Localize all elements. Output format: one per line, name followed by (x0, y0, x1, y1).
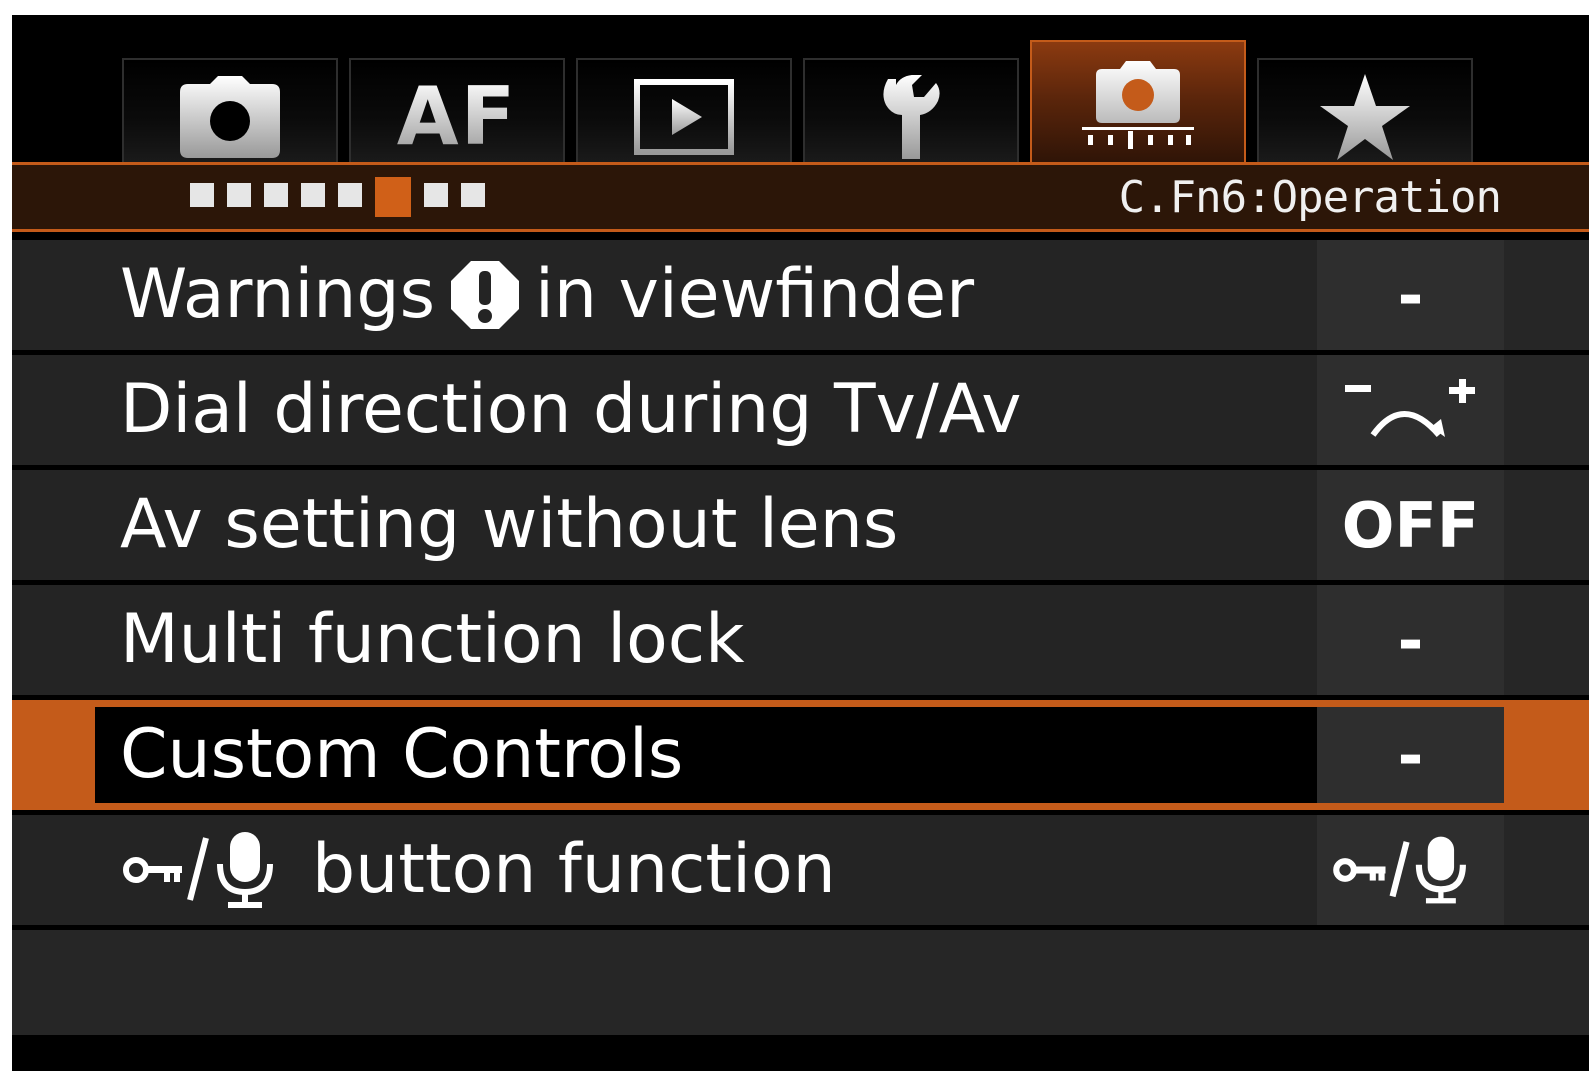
label-text: button function (312, 830, 836, 909)
row-edge (1504, 240, 1589, 350)
menu-item-warnings-in-viewfinder[interactable]: Warnings in viewfinder - (12, 240, 1589, 350)
row-edge (1504, 585, 1589, 695)
menu-header-strip: C.Fn6:Operation (12, 162, 1589, 232)
lock-mic-icon (1332, 836, 1466, 904)
menu-item-multi-function-lock[interactable]: Multi function lock - (12, 585, 1589, 695)
menu-item-label: Warnings in viewfinder (120, 240, 974, 350)
page-dot-current (375, 177, 411, 217)
menu-item-value: OFF (1317, 470, 1504, 580)
row-edge (1504, 355, 1589, 465)
row-edge (1504, 470, 1589, 580)
camera-icon (180, 76, 280, 158)
menu-tab-bar: AF (12, 15, 1589, 170)
tab-af-label: AF (396, 70, 518, 163)
custom-function-camera-icon (1082, 61, 1194, 149)
page-dot (264, 183, 288, 207)
menu-item-lock-mic-button-function[interactable]: button function (12, 815, 1589, 925)
lock-mic-icon (120, 830, 302, 910)
menu-item-value: - (1317, 240, 1504, 350)
tab-shooting[interactable] (122, 58, 338, 170)
label-text: Warnings (120, 255, 435, 334)
menu-item-label: Multi function lock (120, 600, 745, 679)
camera-menu-screen: AF C.Fn6:Operation Warnings in viewfinde… (12, 15, 1589, 1071)
warning-icon (449, 259, 521, 331)
page-dot (301, 183, 325, 207)
page-dot (227, 183, 251, 207)
menu-item-value: - (1317, 707, 1504, 803)
dial-direction-icon (1344, 379, 1475, 437)
tab-playback[interactable] (576, 58, 792, 170)
menu-item-value (1317, 815, 1504, 925)
menu-list: Warnings in viewfinder - Dial direction … (12, 240, 1589, 1045)
menu-item-value: - (1317, 585, 1504, 695)
menu-page-title: C.Fn6:Operation (1118, 172, 1502, 223)
menu-item-value (1317, 355, 1504, 465)
menu-item-av-setting-without-lens[interactable]: Av setting without lens OFF (12, 470, 1589, 580)
tab-setup[interactable] (803, 58, 1019, 170)
menu-item-label: button function (120, 815, 836, 925)
menu-item-dial-direction[interactable]: Dial direction during Tv/Av (12, 355, 1589, 465)
page-indicator (190, 177, 485, 217)
row-edge (1504, 700, 1589, 810)
page-dot (190, 183, 214, 207)
menu-item-label: Custom Controls (120, 715, 684, 794)
menu-item-label: Dial direction during Tv/Av (120, 370, 1022, 449)
tab-my-menu[interactable] (1257, 58, 1473, 170)
label-text: in viewfinder (535, 255, 975, 334)
tab-custom-functions[interactable] (1030, 40, 1246, 170)
bottom-bar (12, 1035, 1589, 1071)
playback-icon (634, 79, 734, 155)
menu-item-empty (12, 930, 1589, 1040)
wrench-icon (883, 75, 940, 159)
page-dot (338, 183, 362, 207)
star-icon (1320, 74, 1410, 160)
menu-item-custom-controls[interactable]: Custom Controls - (12, 700, 1589, 810)
page-dot (461, 183, 485, 207)
tab-af[interactable]: AF (349, 58, 565, 170)
menu-item-label: Av setting without lens (120, 485, 899, 564)
row-edge (1504, 815, 1589, 925)
page-dot (424, 183, 448, 207)
